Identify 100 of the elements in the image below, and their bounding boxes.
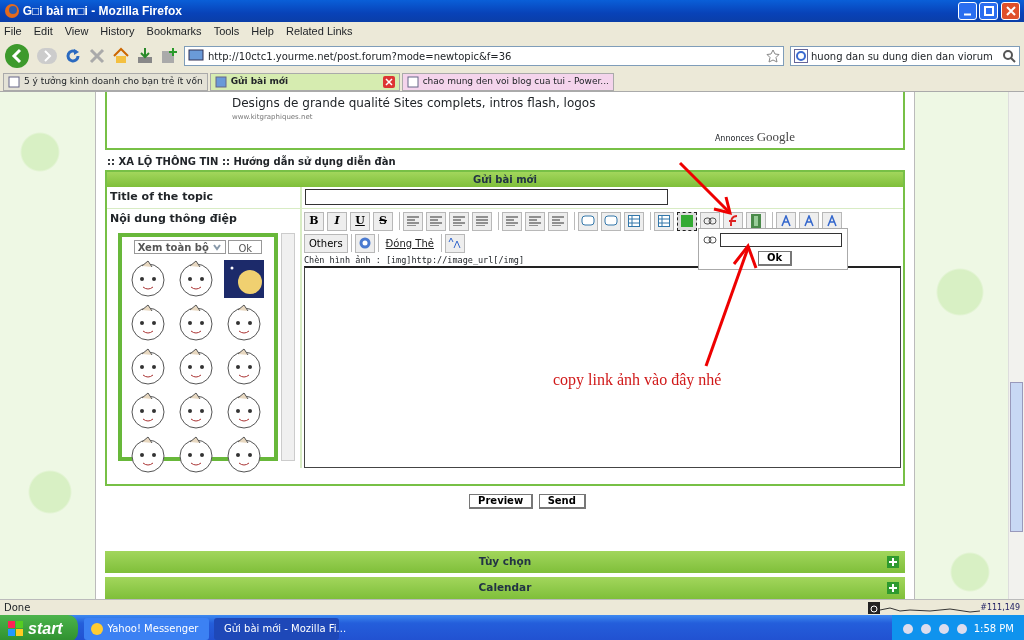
emoticon-icon[interactable] [224, 348, 264, 386]
browser-tab[interactable]: chao mung den voi blog cua tui - Power... [401, 73, 614, 91]
ad-provider: Google [756, 127, 795, 146]
maximize-button[interactable] [979, 2, 999, 20]
breadcrumb-text: :: XA LỘ THÔNG TIN :: Hướng dẫn sử dụng diễn đàn [106, 154, 397, 169]
scrollbar[interactable] [1008, 92, 1024, 599]
back-button[interactable] [4, 43, 30, 69]
emoticon-icon[interactable] [128, 436, 168, 474]
close-icon[interactable] [382, 76, 395, 88]
annotation-text: copy link ảnh vào đây nhé [553, 370, 722, 391]
italic-a-icon [826, 215, 838, 227]
add-icon[interactable] [160, 47, 178, 65]
taskbar-label: Yahoo! Messenger [107, 622, 199, 636]
emoticon-icon[interactable] [176, 304, 216, 342]
caret-icon [211, 242, 222, 252]
address-field[interactable]: http://10ctc1.yourme.net/post.forum?mode=newtopic&f=36 [184, 46, 784, 66]
emoticon-icon[interactable] [176, 260, 216, 298]
align-center-icon [430, 216, 442, 226]
emoticon-icon[interactable] [176, 436, 216, 474]
tab-label: chao mung den voi blog cua tui - Power... [422, 75, 609, 89]
home-icon[interactable] [112, 47, 130, 65]
emoticon-icon[interactable] [176, 392, 216, 430]
close-tags-link[interactable]: Đóng Thẻ [385, 235, 434, 251]
select-value: Xem toàn bộ [137, 240, 209, 255]
code-icon [604, 215, 618, 227]
emoticon-icon[interactable] [128, 392, 168, 430]
download-icon[interactable] [136, 47, 154, 65]
align-left-icon [407, 216, 419, 226]
star-icon[interactable] [766, 49, 780, 63]
font-size-icon [447, 237, 462, 249]
status-text: Done [4, 601, 32, 615]
minimize-button[interactable] [957, 2, 977, 20]
tab-label: 5 ý tưởng kinh doanh cho bạn trẻ ít vốn [24, 75, 203, 89]
toolbar-button[interactable] [677, 211, 697, 231]
flash-icon [727, 215, 739, 227]
menu-item[interactable]: Tools [213, 22, 240, 40]
ok-button[interactable]: Ok [758, 250, 793, 266]
others-button[interactable]: Others [304, 233, 348, 253]
menu-item[interactable]: History [100, 22, 135, 40]
expand-icon[interactable] [887, 556, 899, 569]
menu-item[interactable]: View [64, 22, 89, 40]
link-icon [703, 235, 717, 244]
menu-item[interactable]: Edit [33, 22, 53, 40]
reload-icon[interactable] [64, 47, 82, 65]
toolbar-button[interactable]: S [373, 211, 393, 231]
rank-text: #111,149 [980, 601, 1020, 614]
film-icon [751, 214, 761, 228]
address-text: http://10ctc1.yourme.net/post.forum?mode=newtopic&f=36 [208, 49, 513, 64]
table-icon [628, 215, 640, 227]
emoticon-icon[interactable] [224, 392, 264, 430]
justify-icon [476, 216, 488, 226]
emoticon-icon[interactable] [224, 304, 264, 342]
emoticon-icon[interactable] [128, 260, 168, 298]
page-icon [188, 49, 204, 63]
form-header: Gửi bài mới [107, 172, 903, 187]
form-button[interactable]: Send [538, 494, 586, 510]
image-icon [681, 215, 693, 227]
browser-tab[interactable]: Gửi bài mới [209, 73, 400, 91]
field-label: Nội dung thông điệp [110, 210, 238, 227]
maximize-icon [983, 6, 994, 16]
font-icon [780, 215, 792, 227]
emoticon-icon[interactable] [176, 348, 216, 386]
search-field[interactable]: huong dan su dung dien dan viorum [790, 46, 1020, 66]
list-icon [506, 216, 518, 226]
url-input[interactable] [719, 232, 842, 247]
taskbar-button[interactable]: Yahoo! Messenger [83, 617, 209, 640]
browser-tab[interactable]: 5 ý tưởng kinh doanh cho bạn trẻ ít vốn [3, 73, 208, 91]
scrollbar[interactable] [280, 233, 295, 461]
toolbar-button[interactable]: B [304, 211, 324, 231]
close-button[interactable] [1001, 2, 1020, 20]
ok-button[interactable]: Ok [228, 240, 263, 254]
smilies-select[interactable]: Xem toàn bộ [133, 240, 226, 254]
message-editor[interactable] [304, 266, 901, 469]
search-icon[interactable] [1002, 49, 1016, 63]
search-text: huong dan su dung dien dan viorum [811, 49, 994, 64]
quote-icon [581, 215, 595, 227]
help-button[interactable] [354, 233, 375, 253]
emoticon-icon[interactable] [128, 304, 168, 342]
expand-icon[interactable] [887, 582, 899, 595]
section-bar[interactable]: Calendar [105, 577, 905, 600]
toolbar-button[interactable]: U [350, 211, 370, 231]
section-bar[interactable]: Tùy chọn [105, 551, 905, 574]
emoticon-icon[interactable] [224, 436, 264, 474]
start-label: start [28, 618, 63, 639]
title-input[interactable] [305, 189, 668, 206]
tab-label: Gửi bài mới [230, 75, 290, 89]
font-size-button[interactable] [444, 233, 465, 253]
form-button[interactable]: Preview [469, 494, 534, 510]
palette-icon [803, 215, 815, 227]
taskbar-label: Gửi bài mới - Mozilla Fi... [224, 622, 347, 636]
toolbar-button[interactable]: I [327, 211, 347, 231]
section-title: Calendar [478, 580, 532, 596]
windows-logo-icon [8, 620, 24, 637]
moon-picture[interactable] [224, 260, 264, 298]
clock-text: 1:58 PM [973, 622, 1014, 636]
menu-item[interactable]: File [4, 22, 22, 40]
menu-item[interactable]: Related Links [285, 22, 353, 40]
menu-item[interactable]: Bookmarks [146, 22, 202, 40]
emoticon-icon[interactable] [128, 348, 168, 386]
menu-item[interactable]: Help [251, 22, 274, 40]
